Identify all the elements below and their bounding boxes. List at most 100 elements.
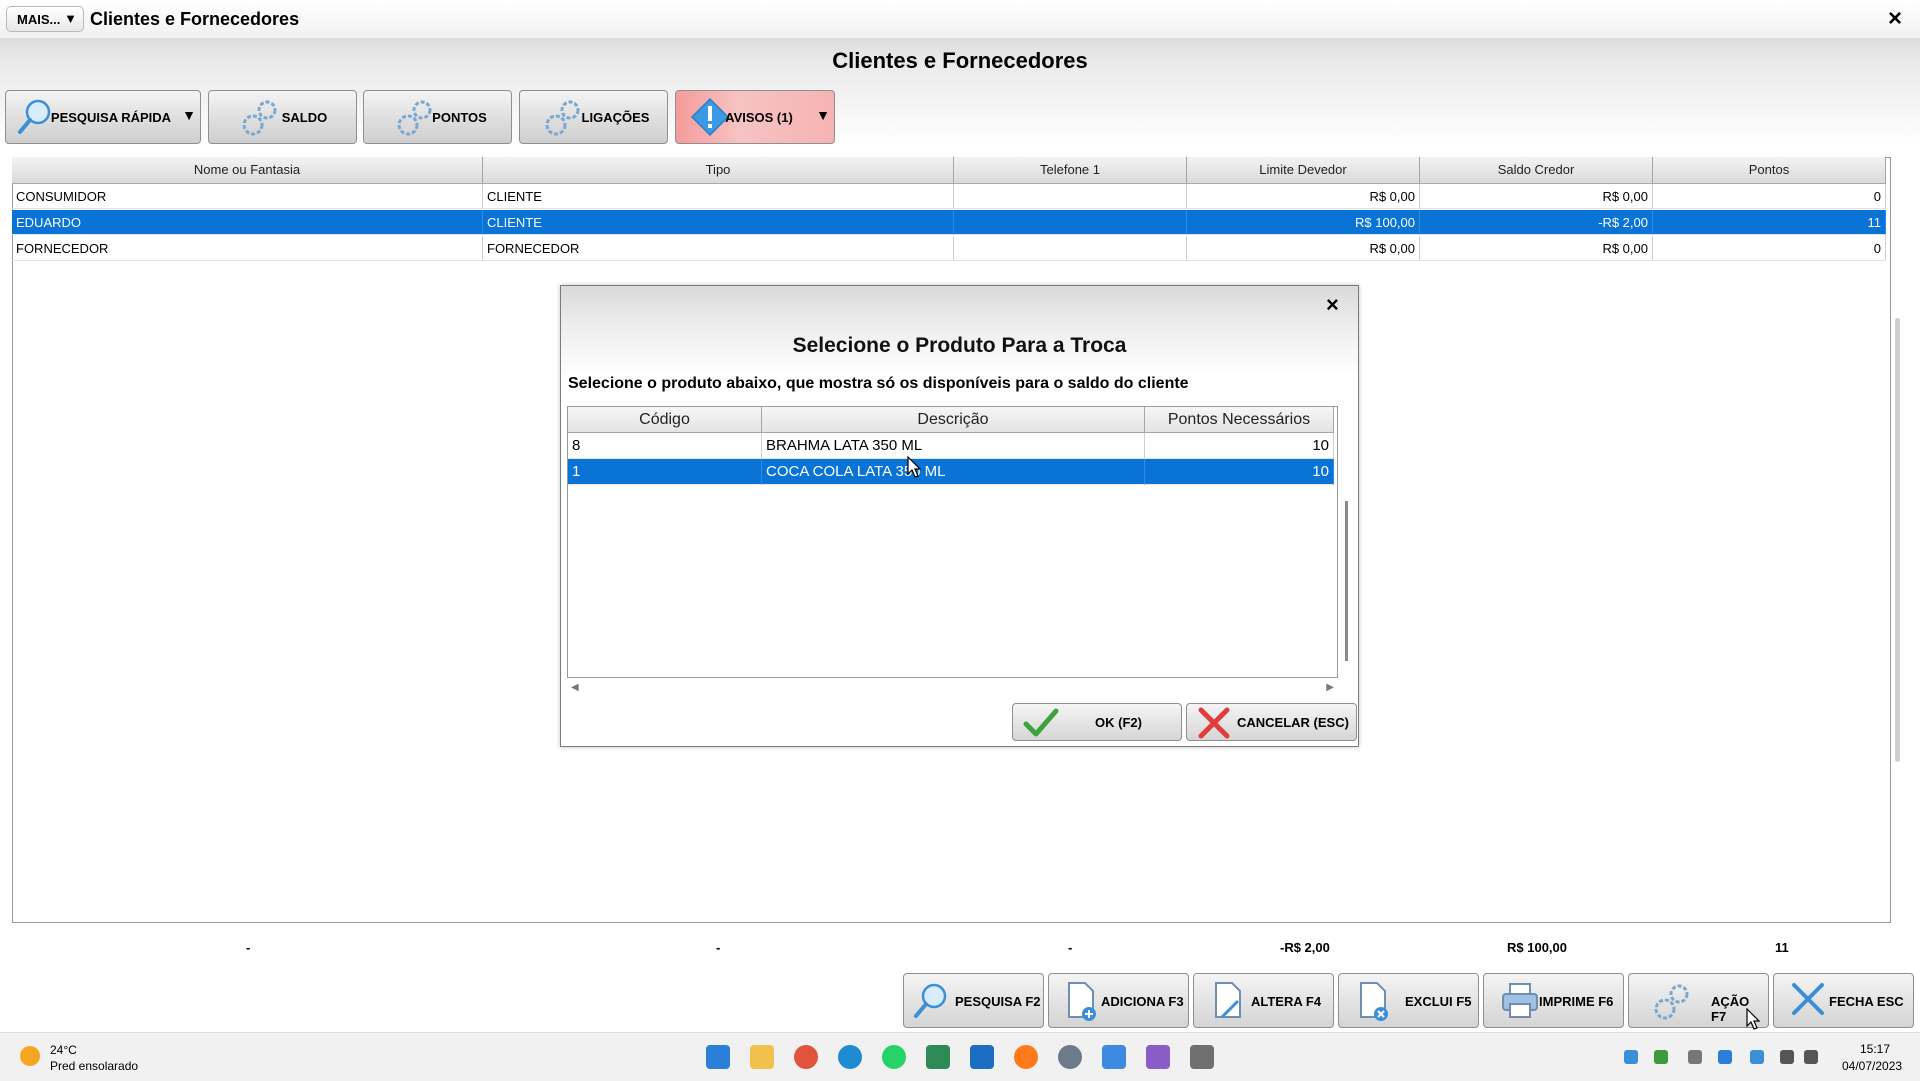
start-icon[interactable] [706, 1045, 730, 1069]
onedrive-icon[interactable] [1750, 1050, 1764, 1064]
spreadsheet-icon[interactable] [926, 1045, 950, 1069]
cell-telefone [954, 210, 1187, 235]
delete-document-icon [1360, 982, 1388, 1021]
saldo-button[interactable]: SALDO [208, 90, 357, 144]
cell-pontos: 0 [1653, 236, 1886, 261]
search-label: PESQUISA F2 [955, 994, 1041, 1009]
vertical-scrollbar[interactable] [1345, 501, 1348, 661]
column-header[interactable]: Saldo Credor [1420, 157, 1653, 183]
scroll-left-icon[interactable]: ◀ [571, 682, 579, 693]
cell-saldo: R$ 0,00 [1420, 236, 1653, 261]
gear-icon [1654, 984, 1689, 1020]
cell-pontos: 0 [1653, 184, 1886, 209]
title-bar: MAIS... ▼ Clientes e Fornecedores × [0, 0, 1920, 38]
product-row[interactable]: 8 BRAHMA LATA 350 ML 10 [568, 433, 1334, 459]
mouse-cursor-icon [907, 456, 921, 478]
table-row[interactable]: EDUARDO CLIENTE R$ 100,00 -R$ 2,00 11 [12, 210, 1886, 235]
usb-icon[interactable] [1688, 1050, 1702, 1064]
print-button[interactable]: IMPRIME F6 [1483, 973, 1624, 1028]
notepad-icon[interactable] [1102, 1045, 1126, 1069]
cell-limite: R$ 0,00 [1187, 236, 1420, 261]
media-icon[interactable] [1146, 1045, 1170, 1069]
clock-time[interactable]: 15:17 [1860, 1042, 1890, 1056]
close-icon [1792, 983, 1824, 1015]
file-explorer-icon[interactable] [750, 1045, 774, 1069]
total-pontos: 11 [1775, 940, 1789, 955]
chevron-down-icon[interactable]: ▼ [182, 107, 196, 123]
print-label: IMPRIME F6 [1539, 994, 1614, 1009]
whatsapp-icon[interactable] [882, 1045, 906, 1069]
edit-button[interactable]: ALTERA F4 [1193, 973, 1334, 1028]
warning-icon [690, 97, 730, 137]
mail-icon[interactable] [970, 1045, 994, 1069]
cell-limite: R$ 0,00 [1187, 184, 1420, 209]
tray-app-icon[interactable] [1654, 1050, 1668, 1064]
saldo-label: SALDO [281, 109, 328, 125]
cell-tipo: CLIENTE [483, 210, 954, 235]
gear-icon [397, 100, 432, 136]
product-row[interactable]: 1 COCA COLA LATA 350 ML 10 [568, 459, 1334, 485]
cell-codigo: 1 [568, 459, 762, 485]
column-header[interactable]: Tipo [483, 157, 954, 183]
mais-menu-label: MAIS... [17, 11, 61, 27]
close-label: FECHA ESC [1829, 994, 1904, 1009]
chrome-icon[interactable] [794, 1045, 818, 1069]
horizontal-scrollbar[interactable]: ◀ ▶ [567, 682, 1338, 693]
volume-icon[interactable] [1804, 1050, 1818, 1064]
ligacoes-label: LIGAÇÕES [581, 109, 650, 125]
delete-button[interactable]: EXCLUI F5 [1338, 973, 1479, 1028]
firefox-icon[interactable] [1014, 1045, 1038, 1069]
network-icon[interactable] [1780, 1050, 1794, 1064]
mais-menu-button[interactable]: MAIS... ▼ [6, 6, 84, 32]
dialog-close-button[interactable]: × [1326, 292, 1339, 318]
cell-pontos: 10 [1145, 459, 1334, 485]
product-exchange-dialog: × Selecione o Produto Para a Troca Selec… [560, 285, 1359, 747]
pontos-button[interactable]: PONTOS [363, 90, 512, 144]
cancel-label: CANCELAR (ESC) [1237, 714, 1349, 730]
chevron-down-icon[interactable]: ▼ [816, 107, 830, 123]
chevron-down-icon: ▼ [64, 11, 77, 26]
scroll-right-icon[interactable]: ▶ [1326, 682, 1334, 693]
table-row[interactable]: FORNECEDOR FORNECEDOR R$ 0,00 R$ 0,00 0 [12, 236, 1886, 261]
column-header[interactable]: Pontos [1653, 157, 1886, 183]
column-header[interactable]: Limite Devedor [1187, 157, 1420, 183]
security-icon[interactable] [1718, 1050, 1732, 1064]
add-document-icon [1068, 982, 1096, 1021]
column-header[interactable]: Pontos Necessários [1145, 407, 1334, 433]
avisos-button[interactable]: AVISOS (1) ▼ [675, 90, 835, 144]
weather-sun-icon[interactable] [20, 1046, 40, 1066]
table-row[interactable]: CONSUMIDOR CLIENTE R$ 0,00 R$ 0,00 0 [12, 184, 1886, 209]
column-header[interactable]: Código [568, 407, 762, 433]
total-tipo: - [716, 940, 721, 955]
weather-description[interactable]: Pred ensolarado [50, 1059, 138, 1073]
check-icon [1023, 708, 1059, 737]
quick-search-button[interactable]: PESQUISA RÁPIDA ▼ [5, 90, 201, 144]
column-header[interactable]: Descrição [762, 407, 1145, 433]
cell-telefone [954, 184, 1187, 209]
gear-icon [545, 100, 580, 136]
ligacoes-button[interactable]: LIGAÇÕES [519, 90, 668, 144]
ok-button[interactable]: OK (F2) [1012, 703, 1182, 741]
delete-label: EXCLUI F5 [1405, 994, 1472, 1009]
cell-pontos: 10 [1145, 433, 1334, 459]
taskbar: 24°C Pred ensolarado 15:17 04/07/2023 [0, 1032, 1920, 1081]
settings-icon[interactable] [1058, 1045, 1082, 1069]
ok-label: OK (F2) [1095, 714, 1142, 730]
column-header[interactable]: Nome ou Fantasia [12, 157, 483, 183]
weather-temperature[interactable]: 24°C [50, 1043, 77, 1057]
clock-date[interactable]: 04/07/2023 [1842, 1059, 1902, 1073]
cell-nome: EDUARDO [12, 210, 483, 235]
active-app-icon[interactable] [1190, 1045, 1214, 1069]
tray-app-icon[interactable] [1624, 1050, 1638, 1064]
window-close-button[interactable]: × [1888, 5, 1902, 33]
pontos-label: PONTOS [432, 109, 487, 125]
cell-saldo: R$ 0,00 [1420, 184, 1653, 209]
avisos-label: AVISOS (1) [725, 109, 793, 125]
close-button[interactable]: FECHA ESC [1773, 973, 1914, 1028]
vertical-scrollbar[interactable] [1895, 318, 1900, 762]
edge-icon[interactable] [838, 1045, 862, 1069]
add-button[interactable]: ADICIONA F3 [1048, 973, 1189, 1028]
cancel-button[interactable]: CANCELAR (ESC) [1186, 703, 1357, 741]
column-header[interactable]: Telefone 1 [954, 157, 1187, 183]
search-button[interactable]: PESQUISA F2 [903, 973, 1044, 1028]
